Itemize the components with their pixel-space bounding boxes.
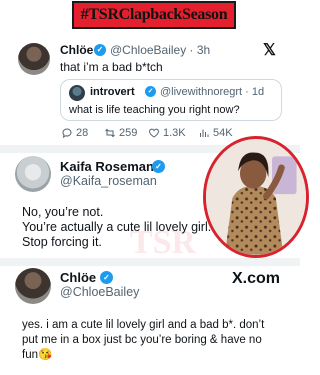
reply-icon <box>62 128 72 139</box>
tweet-text-line: You’re actually a cute lil lovely girl. <box>22 220 212 234</box>
repost-count: 259 <box>119 127 138 139</box>
banner-text: #TSRClapbackSeason <box>80 6 228 23</box>
author-name[interactable]: Chlöe <box>60 270 96 285</box>
verified-icon: ✓ <box>94 44 106 56</box>
x-brand-logo[interactable]: X.com <box>232 270 280 288</box>
verified-icon: ✓ <box>145 86 156 97</box>
repost-icon <box>105 128 115 138</box>
tweet-text-line: fun😘 <box>22 348 52 363</box>
quoted-author-handle: @livewithnoregrt · 1d <box>160 86 265 98</box>
author-handle[interactable]: @ChloeBailey <box>60 285 139 299</box>
hashtag-banner: #TSRClapbackSeason <box>72 1 236 29</box>
tweet-text-line: No, you’re not. <box>22 205 104 219</box>
author-name[interactable]: Chlöe <box>60 43 93 57</box>
like-count: 1.3K <box>163 127 186 139</box>
verified-icon: ✓ <box>100 271 113 284</box>
author-name[interactable]: Kaifa Roseman <box>60 159 154 174</box>
verified-icon: ✓ <box>152 160 165 173</box>
avatar[interactable] <box>18 43 50 75</box>
avatar <box>69 85 85 101</box>
quoted-author-name: introvert <box>90 86 135 98</box>
tweet-text-line: yes. i am a cute lil lovely girl and a b… <box>22 319 265 331</box>
kiss-emoji-icon: 😘 <box>38 349 53 361</box>
view-count: 54K <box>213 127 233 139</box>
avatar[interactable] <box>15 268 51 304</box>
views-icon <box>200 129 209 137</box>
repost-button[interactable]: 259 <box>104 127 137 139</box>
x-logo-icon[interactable]: 𝕏 <box>263 40 276 60</box>
heart-icon <box>149 128 159 138</box>
person-photo-icon <box>206 139 306 255</box>
tweet-text-line: Stop forcing it. <box>22 235 102 249</box>
quoted-tweet[interactable]: introvert ✓ @livewithnoregrt · 1d what i… <box>60 79 282 121</box>
avatar[interactable] <box>15 156 51 192</box>
like-button[interactable]: 1.3K <box>148 127 186 139</box>
reply-count: 28 <box>76 127 89 139</box>
inset-photo <box>203 136 309 258</box>
tweet-text: that i’m a bad b*tch <box>60 60 163 74</box>
tweet-text-line: put me in a box just bc you’re boring & … <box>22 334 262 346</box>
author-handle[interactable]: @Kaifa_roseman <box>60 174 157 188</box>
divider <box>0 258 300 266</box>
views-button[interactable]: 54K <box>198 127 233 139</box>
quoted-tweet-text: what is life teaching you right now? <box>69 104 240 116</box>
reply-button[interactable]: 28 <box>61 127 88 139</box>
author-handle[interactable]: @ChloeBailey · 3h <box>110 43 210 57</box>
tweet-text-end: fun <box>22 349 38 361</box>
